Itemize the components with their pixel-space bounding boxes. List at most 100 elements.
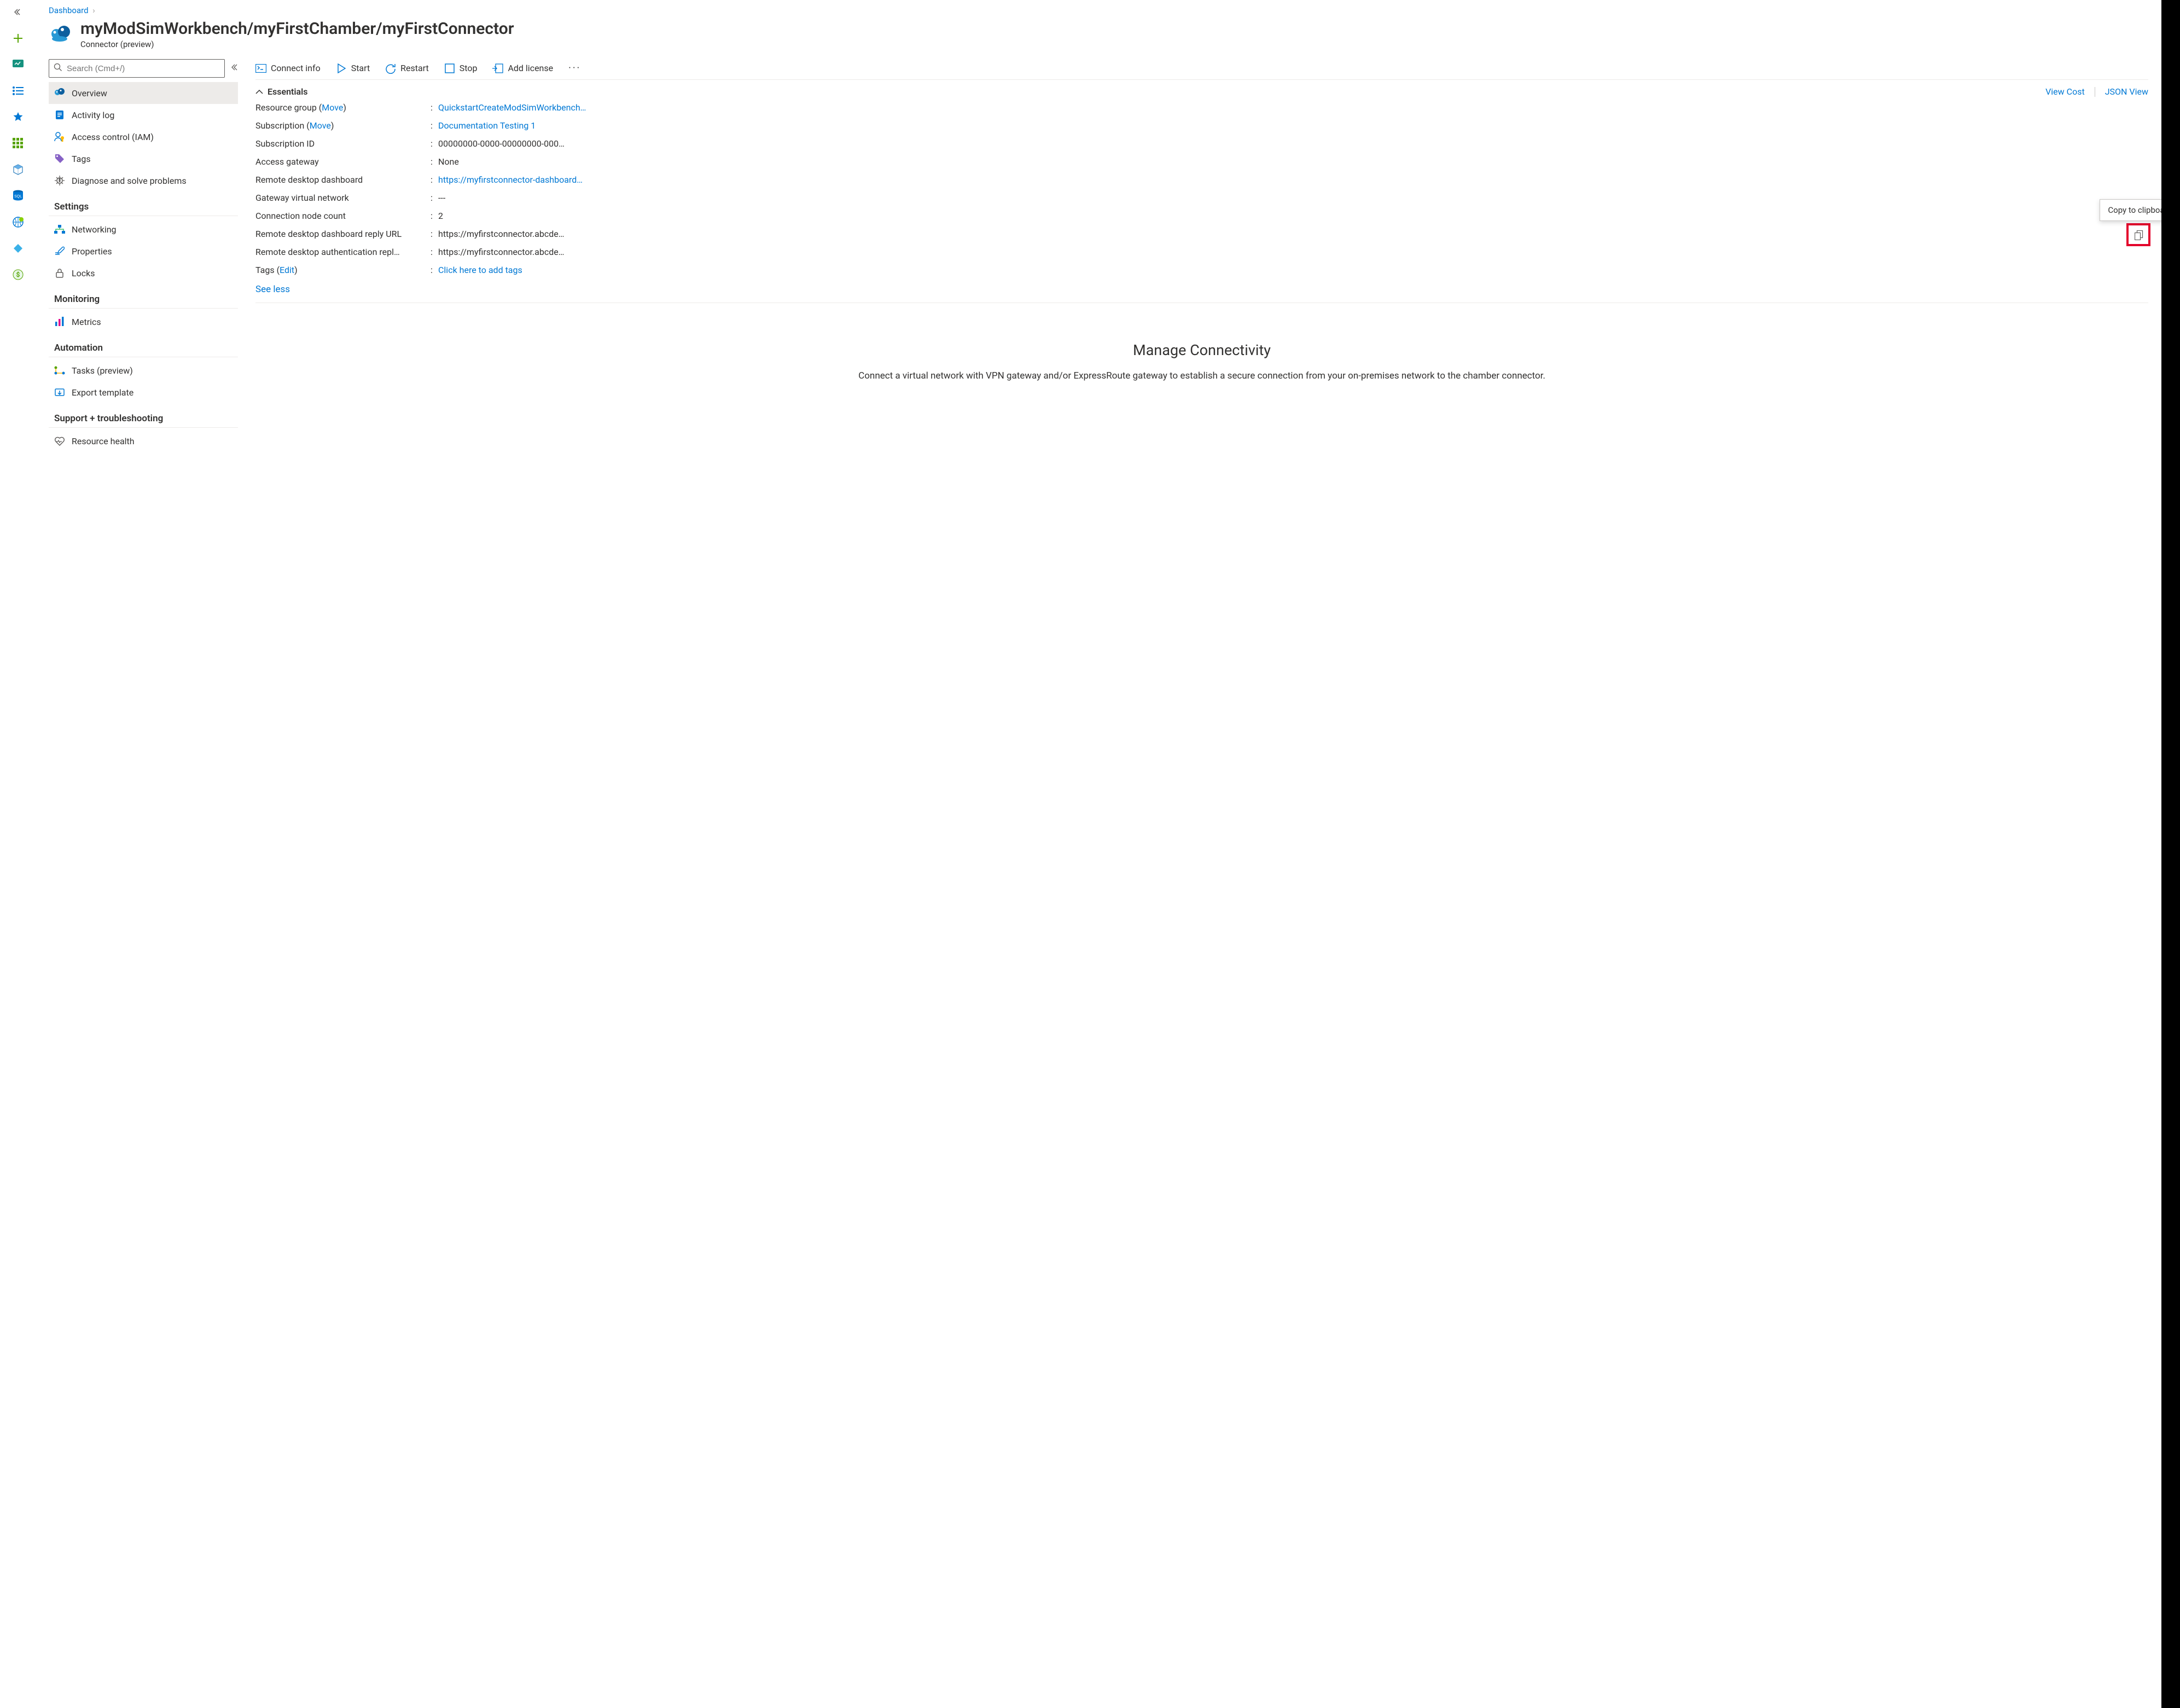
edit-tags-link[interactable]: Edit: [280, 265, 294, 275]
toolbar-label: Restart: [400, 63, 429, 73]
dashboard-icon[interactable]: [11, 58, 25, 71]
essentials-toggle[interactable]: Essentials: [255, 86, 308, 97]
menu-properties[interactable]: Properties: [49, 240, 238, 262]
menu-group-automation: Automation: [49, 333, 238, 357]
page-title: myModSimWorkbench/myFirstChamber/myFirst…: [80, 20, 514, 38]
move-link[interactable]: Move: [310, 120, 331, 131]
move-link[interactable]: Move: [322, 102, 343, 113]
ess-value-tags[interactable]: Click here to add tags: [438, 265, 2148, 275]
menu-networking[interactable]: Networking: [49, 218, 238, 240]
breadcrumb-dashboard[interactable]: Dashboard: [49, 5, 89, 15]
add-license-button[interactable]: Add license: [492, 63, 553, 74]
menu-label: Networking: [72, 224, 117, 235]
essentials-header-label: Essentials: [268, 86, 308, 97]
collapse-menu-icon[interactable]: [230, 63, 238, 73]
diamond-icon[interactable]: [11, 242, 25, 255]
menu-group-settings: Settings: [49, 191, 238, 216]
menu-overview[interactable]: Overview: [49, 82, 238, 104]
menu-diagnose[interactable]: Diagnose and solve problems: [49, 170, 238, 191]
play-icon: [336, 63, 347, 74]
menu-label: Activity log: [72, 110, 114, 120]
restart-icon: [385, 63, 396, 74]
search-icon: [54, 63, 62, 74]
locks-icon: [54, 268, 65, 278]
ess-value-gvn: ---: [438, 193, 2148, 203]
toolbar-label: Start: [351, 63, 370, 73]
properties-icon: [54, 246, 65, 257]
breadcrumb-separator-icon: ›: [92, 5, 95, 15]
menu-metrics[interactable]: Metrics: [49, 311, 238, 333]
activitylog-icon: [54, 109, 65, 120]
sql-icon[interactable]: SQL: [11, 189, 25, 202]
menu-resourcehealth[interactable]: Resource health: [49, 430, 238, 452]
overview-icon: [54, 88, 65, 98]
export-template-icon: [54, 387, 65, 398]
json-view-link[interactable]: JSON View: [2105, 86, 2148, 97]
toolbar-label: Connect info: [271, 63, 321, 73]
favorites-star-icon[interactable]: [11, 111, 25, 124]
networking-icon: [54, 224, 65, 235]
menu-iam[interactable]: Access control (IAM): [49, 126, 238, 148]
ess-value-subscription[interactable]: Documentation Testing 1: [438, 120, 2148, 131]
ess-value-rdd[interactable]: https://myfirstconnector-dashboard…: [438, 175, 2148, 185]
search-input[interactable]: [67, 64, 220, 73]
essentials-grid: Resource group (Move) : QuickstartCreate…: [255, 102, 2148, 275]
restart-button[interactable]: Restart: [385, 63, 429, 74]
connect-info-button[interactable]: Connect info: [255, 63, 321, 74]
connector-icon: [49, 23, 73, 47]
content-pane: Connect info Start Restart: [240, 59, 2161, 1708]
menu-label: Diagnose and solve problems: [72, 176, 187, 186]
ess-label-cnc: Connection node count: [255, 211, 431, 221]
stop-button[interactable]: Stop: [444, 63, 478, 74]
stop-icon: [444, 63, 455, 74]
start-button[interactable]: Start: [336, 63, 370, 74]
ess-value-resourcegroup[interactable]: QuickstartCreateModSimWorkbench…: [438, 102, 2148, 113]
connectivity-heading: Manage Connectivity: [288, 341, 2115, 359]
menu-locks[interactable]: Locks: [49, 262, 238, 284]
metrics-icon: [54, 316, 65, 327]
menu-export[interactable]: Export template: [49, 381, 238, 403]
menu-label: Resource health: [72, 436, 135, 446]
copy-button[interactable]: [2131, 227, 2147, 243]
diagnose-icon: [54, 175, 65, 186]
page-subtitle: Connector (preview): [80, 39, 514, 49]
menu-tasks[interactable]: Tasks (preview): [49, 359, 238, 381]
tasks-icon: [54, 365, 65, 376]
view-cost-link[interactable]: View Cost: [2045, 86, 2085, 97]
toolbar: Connect info Start Restart: [255, 59, 2148, 79]
main-column: Dashboard › myModSimWorkbench/myFirstCha…: [36, 0, 2161, 1708]
ess-label-rdd: Remote desktop dashboard: [255, 175, 431, 185]
menu-tags[interactable]: Tags: [49, 148, 238, 170]
copy-tooltip: Copy to clipboard: [2100, 199, 2161, 221]
connectivity-section: Manage Connectivity Connect a virtual ne…: [255, 303, 2148, 394]
rail-expand-icon[interactable]: [11, 5, 25, 19]
create-resource-icon[interactable]: [11, 32, 25, 45]
menu-activitylog[interactable]: Activity log: [49, 104, 238, 126]
ess-label-subid: Subscription ID: [255, 138, 431, 149]
resource-menu: Overview Activity log Access control (IA…: [40, 59, 240, 1708]
cube-icon[interactable]: [11, 163, 25, 176]
cost-icon[interactable]: $: [11, 268, 25, 281]
resource-menu-search[interactable]: [49, 59, 225, 78]
list-icon[interactable]: [11, 84, 25, 97]
left-rail: SQL $: [0, 0, 36, 1708]
crop-edge: [2161, 0, 2180, 1708]
ess-label-resourcegroup: Resource group (Move): [255, 102, 431, 113]
page-title-row: myModSimWorkbench/myFirstChamber/myFirst…: [36, 18, 2161, 59]
ess-value-rddr: https://myfirstconnector.abcde… Copy to …: [438, 229, 2148, 239]
menu-group-monitoring: Monitoring: [49, 284, 238, 309]
ess-value-cnc: 2: [438, 211, 2148, 221]
terminal-icon: [255, 63, 266, 74]
see-less-link[interactable]: See less: [255, 284, 2148, 295]
ess-value-rdar: https://myfirstconnector.abcde…: [438, 247, 2148, 257]
rddr-text: https://myfirstconnector.abcde…: [438, 229, 564, 239]
menu-label: Metrics: [72, 317, 101, 327]
menu-label: Locks: [72, 268, 95, 278]
globe-icon[interactable]: [11, 216, 25, 229]
toolbar-more-icon[interactable]: ···: [568, 62, 581, 74]
ess-label-rddr: Remote desktop dashboard reply URL: [255, 229, 431, 239]
svg-text:$: $: [16, 271, 20, 278]
grid-apps-icon[interactable]: [11, 137, 25, 150]
menu-label: Tags: [72, 154, 91, 164]
ess-label-rdar: Remote desktop authentication repl…: [255, 247, 431, 257]
